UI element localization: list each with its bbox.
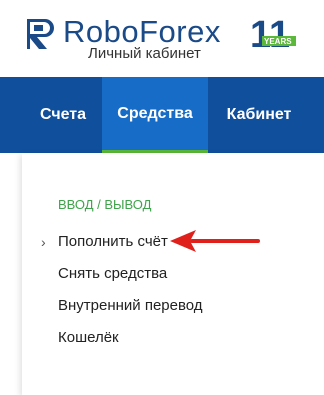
page: RoboForex Личный кабинет 11 YEARS Счета … (0, 0, 324, 395)
menu-item-wallet[interactable]: Кошелёк (58, 329, 119, 347)
menu-item-deposit[interactable]: Пополнить счёт (58, 233, 168, 251)
main-nav: Счета Средства Кабинет (0, 77, 324, 153)
header: RoboForex Личный кабинет 11 YEARS (0, 0, 324, 77)
tab-funds[interactable]: Средства (102, 77, 208, 153)
roboforex-logo-icon[interactable] (25, 17, 55, 51)
eleven-years-badge-icon: 11 YEARS (250, 14, 296, 52)
tab-cabinet[interactable]: Кабинет (216, 77, 302, 153)
menu-item-internal-transfer[interactable]: Внутренний перевод (58, 297, 203, 315)
badge-text: YEARS (264, 37, 292, 46)
chevron-right-icon: › (41, 234, 46, 250)
badge-number: 11 (250, 14, 290, 52)
section-heading: ввод / вывод (58, 197, 152, 212)
menu-item-withdraw[interactable]: Снять средства (58, 265, 167, 283)
tab-accounts[interactable]: Счета (24, 77, 102, 153)
red-arrow-icon (170, 230, 260, 252)
page-subtitle: Личный кабинет (88, 45, 201, 62)
